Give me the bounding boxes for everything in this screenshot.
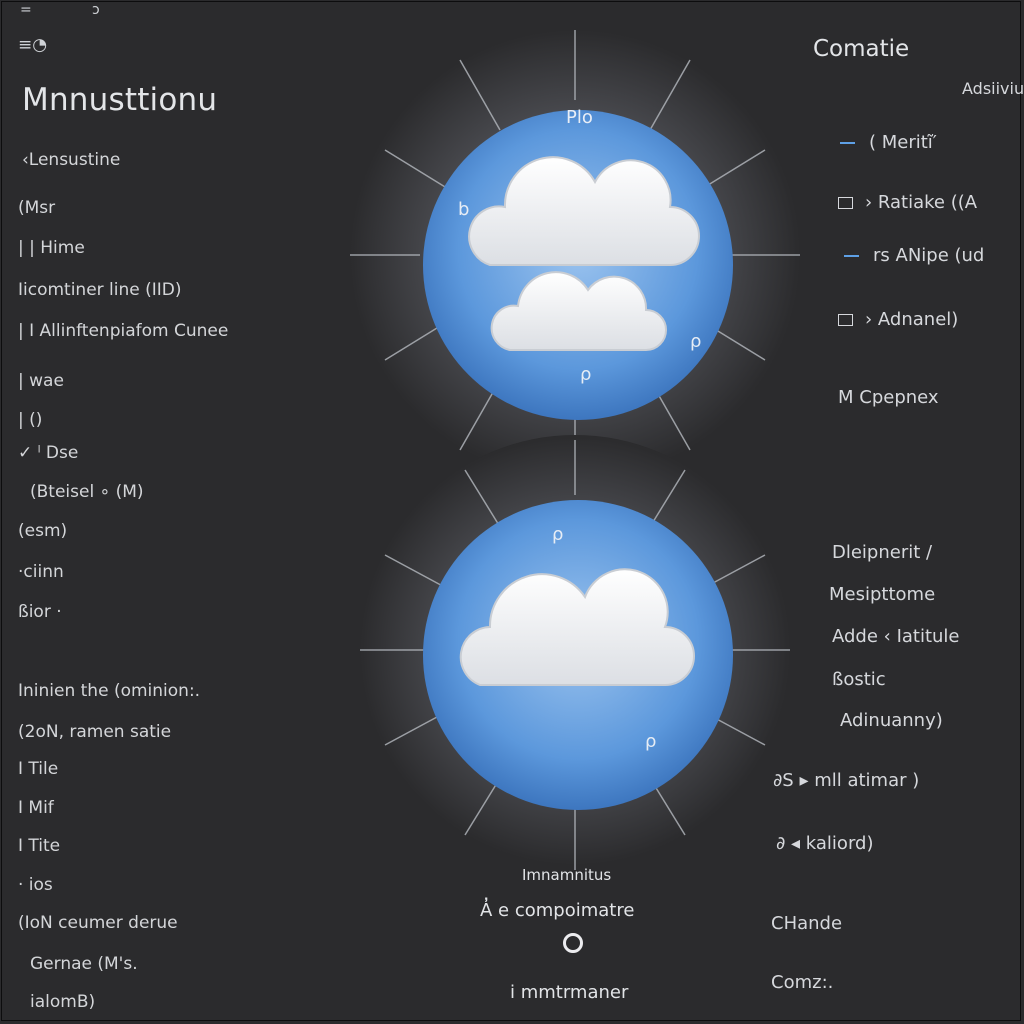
right-panel-title: Comatie [813,36,910,62]
left-item[interactable]: Iicomtiner line (IID) [18,280,182,300]
checkbox-icon[interactable] [838,197,853,209]
right-panel-subtitle: Adsiiviu [962,79,1024,98]
right-option-row[interactable]: rs ANipe (ud [844,245,984,266]
right-option-row[interactable]: › Ratiake ((A [838,192,977,213]
left-item[interactable]: ·ciinn [18,562,64,582]
right-list-item[interactable]: ßostic [832,669,886,690]
left-item[interactable]: ßior · [18,602,62,622]
center-subtitle: A̓ e compoimatre [480,900,635,921]
left-item[interactable]: (Msr [18,198,55,218]
dash-icon [844,255,859,257]
weather-dial-top[interactable]: ρ b ρ [340,20,810,470]
left-item[interactable]: ‹Lensustine [22,150,120,170]
left-item[interactable]: | () [18,410,42,430]
right-list-item[interactable]: Dleipnerit / [832,542,932,563]
right-action-row[interactable]: ∂ ◂ kaliord) [776,833,873,854]
right-bottom-link[interactable]: CHande [771,913,842,934]
option-label: › Ratiake ((A [865,192,978,213]
svg-text:ρ: ρ [645,731,656,752]
circle-toggle-button[interactable] [563,933,583,953]
svg-text:ρ: ρ [690,331,701,352]
left-item[interactable]: Gernae (M's. [30,954,138,974]
right-list-item[interactable]: Mesipttome [829,584,935,605]
dash-icon [840,142,855,144]
left-item[interactable]: ialomB) [30,992,95,1012]
right-single-row[interactable]: M Cpepnex [838,387,939,408]
weather-dial-bottom[interactable]: ρ ρ [340,435,810,875]
checkbox-icon[interactable] [838,314,853,326]
left-item[interactable]: (2oN, ramen satie [18,722,171,742]
left-item[interactable]: Ininien the (ominion:. [18,681,200,701]
left-item[interactable]: ✓ ˡ Dse [18,443,78,463]
dial-top-label: Plo [566,107,593,128]
left-item[interactable]: · ios [18,875,53,895]
left-item[interactable]: | wae [18,371,64,391]
svg-text:ρ: ρ [552,524,563,545]
left-panel-title: Mnnusttionu [22,82,218,118]
option-label: › Adnanel) [865,309,959,330]
right-bottom-link[interactable]: Comz:. [771,972,833,993]
app-menu-icon[interactable]: ≡◔ [18,35,47,55]
right-list-item[interactable]: Adde ‹ Iatitule [832,626,960,647]
option-label: rs ANipe (ud [873,245,985,266]
left-item[interactable]: | | Hime [18,238,85,258]
center-footer-label: i mmtrmaner [510,982,629,1003]
right-action-row[interactable]: ∂S ▸ mll atimar ) [773,770,919,791]
left-item[interactable]: I Tite [18,836,60,856]
right-option-row[interactable]: ( Meritĩ′ [840,132,937,153]
left-item[interactable]: | I Allinftenpiafom Cunee [18,321,228,341]
left-item[interactable]: (IoN ceumer derue [18,913,178,933]
center-caption: Imnamnitus [522,866,612,884]
svg-text:ρ: ρ [580,364,591,385]
top-equals-mark: = [20,2,32,18]
svg-text:b: b [458,199,469,220]
option-label: ( Meritĩ′ [869,132,937,153]
right-option-row[interactable]: › Adnanel) [838,309,958,330]
left-item[interactable]: (Bteisel ∘ (M) [30,482,144,502]
left-item[interactable]: I Tile [18,759,58,779]
right-list-item[interactable]: Adinuanny) [840,710,943,731]
left-item[interactable]: (esm) [18,521,67,541]
top-hook-mark: ↄ [92,2,100,18]
left-item[interactable]: I Mif [18,798,54,818]
